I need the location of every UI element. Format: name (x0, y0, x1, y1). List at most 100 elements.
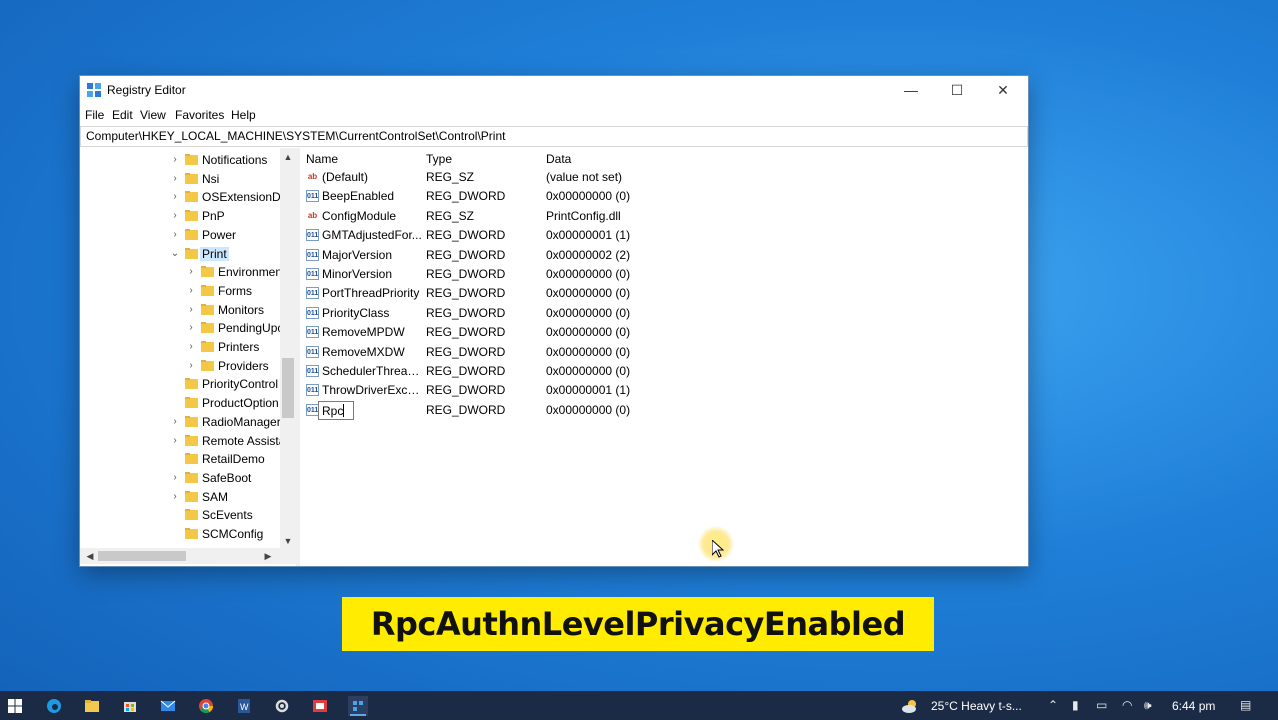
tree-item[interactable]: › Power (170, 226, 296, 245)
tree-item-label: PendingUpc (218, 321, 284, 336)
tree-item[interactable]: › Remote Assista (170, 432, 296, 451)
value-row[interactable]: 011 BeepEnabled REG_DWORD 0x00000000 (0) (300, 187, 1026, 206)
tree-item-label: Remote Assista (202, 433, 286, 448)
menu-favorites[interactable]: Favorites (175, 108, 224, 122)
edge-icon[interactable] (44, 696, 64, 716)
column-header-type[interactable]: Type (426, 152, 452, 166)
menu-edit[interactable]: Edit (112, 108, 133, 122)
minimize-button[interactable]: — (888, 76, 934, 104)
value-type: REG_DWORD (426, 383, 506, 398)
close-button[interactable]: ✕ (980, 76, 1026, 104)
value-type: REG_DWORD (426, 402, 506, 417)
value-type: REG_SZ (426, 208, 475, 223)
tree-item-label: Providers (218, 358, 269, 373)
registry-editor-taskbar-icon[interactable] (348, 696, 368, 716)
scroll-left-icon[interactable]: ◀ (82, 548, 98, 564)
scroll-thumb-horizontal[interactable] (98, 551, 186, 561)
chevron-right-icon[interactable]: › (186, 284, 196, 298)
value-data: 0x00000000 (0) (546, 402, 631, 417)
tree-item-label: Environmen (218, 265, 283, 280)
weather-text[interactable]: 25°C Heavy t-s... (931, 699, 1022, 713)
value-row[interactable]: 011 Rpc REG_DWORD 0x00000000 (0) (300, 400, 1026, 420)
column-header-data[interactable]: Data (546, 152, 571, 166)
tree-item[interactable]: PriorityControl (170, 375, 296, 394)
chevron-down-icon[interactable]: ⌄ (170, 247, 180, 261)
mail-icon[interactable] (158, 696, 178, 716)
start-windows-icon[interactable] (5, 696, 25, 716)
folder-icon (201, 303, 214, 315)
word-icon[interactable]: W (234, 696, 254, 716)
scroll-thumb[interactable] (282, 358, 294, 418)
tree-item[interactable]: › Notifications (170, 151, 296, 170)
value-type: REG_SZ (426, 170, 475, 184)
value-row[interactable]: 011 GMTAdjustedFor... REG_DWORD 0x00000001 … (300, 226, 1026, 245)
chevron-right-icon[interactable]: › (170, 190, 180, 204)
chevron-right-icon[interactable]: › (170, 471, 180, 485)
menu-file[interactable]: File (85, 108, 104, 122)
scroll-up-icon[interactable]: ▲ (280, 150, 296, 164)
battery-icon[interactable]: ▭ (1096, 698, 1107, 712)
value-row[interactable]: 011 RemoveMPDW REG_DWORD 0x00000000 (0) (300, 323, 1026, 342)
tree-horizontal-scrollbar[interactable]: ◀ ▶ (80, 548, 296, 564)
tree-item[interactable]: ⌄ Print (170, 245, 296, 264)
tree-item[interactable]: › OSExtensionDa (170, 188, 296, 207)
value-row[interactable]: 011 PortThreadPriority REG_DWORD 0x00000000… (300, 284, 1026, 303)
chevron-right-icon[interactable]: › (170, 153, 180, 167)
value-row[interactable]: 011 PriorityClass REG_DWORD 0x00000000 (0) (300, 304, 1026, 323)
weather-icon[interactable] (900, 696, 920, 716)
store-icon[interactable] (120, 696, 140, 716)
tree-item[interactable]: › Nsi (170, 170, 296, 189)
microphone-icon[interactable]: ▮ (1072, 698, 1079, 712)
chevron-right-icon[interactable]: › (186, 321, 196, 335)
value-row[interactable]: 011 MajorVersion REG_DWORD 0x00000002 (2) (300, 246, 1026, 265)
chevron-right-icon[interactable]: › (186, 340, 196, 354)
chevron-right-icon[interactable]: › (170, 172, 180, 186)
value-row[interactable]: ab ConfigModule REG_SZ PrintConfig.dll (300, 207, 1026, 226)
show-hidden-icons-chevron-icon[interactable]: ⌃ (1048, 698, 1058, 712)
chevron-right-icon[interactable]: › (170, 434, 180, 448)
value-row[interactable]: 011 RemoveMXDW REG_DWORD 0x00000000 (0) (300, 343, 1026, 362)
tree-item[interactable]: › SafeBoot (170, 469, 296, 488)
value-data: 0x00000000 (0) (546, 189, 631, 204)
tree-item[interactable]: ProductOption (170, 394, 296, 413)
chrome-icon[interactable] (196, 696, 216, 716)
tree-item[interactable]: › SAM (170, 488, 296, 507)
value-name: MajorVersion (322, 247, 393, 262)
chevron-right-icon[interactable]: › (170, 415, 180, 429)
rename-input[interactable]: Rpc (318, 400, 354, 420)
scroll-down-icon[interactable]: ▼ (280, 534, 296, 548)
value-type: REG_DWORD (426, 267, 506, 281)
menu-view[interactable]: View (140, 108, 166, 122)
chevron-right-icon[interactable]: › (186, 265, 196, 279)
chevron-right-icon[interactable]: › (170, 228, 180, 242)
value-row[interactable]: 011 SchedulerThread... REG_DWORD 0x00000000… (300, 362, 1026, 381)
scroll-right-icon[interactable]: ▶ (260, 548, 276, 564)
value-row[interactable]: 011 MinorVersion REG_DWORD 0x00000000 (0) (300, 265, 1026, 284)
value-row[interactable]: 011 ThrowDriverExce... REG_DWORD 0x00000001… (300, 381, 1026, 400)
tree-item[interactable]: › RadioManager (170, 413, 296, 432)
tree-item[interactable]: › PnP (170, 207, 296, 226)
value-name: SchedulerThread... (322, 364, 422, 378)
media-app-icon[interactable] (310, 696, 330, 716)
value-row[interactable]: ab (Default) REG_SZ (value not set) (300, 168, 1026, 187)
volume-icon[interactable]: 🕪 (1144, 698, 1152, 713)
tree-vertical-scrollbar[interactable]: ▲ ▼ (280, 148, 296, 548)
clock-time[interactable]: 6:44 pm (1172, 699, 1215, 713)
chevron-right-icon[interactable]: › (170, 209, 180, 223)
menu-help[interactable]: Help (231, 108, 256, 122)
tree-item[interactable]: RetailDemo (170, 450, 296, 469)
wifi-icon[interactable]: ◠ (1122, 698, 1132, 712)
address-bar[interactable]: Computer\HKEY_LOCAL_MACHINE\SYSTEM\Curre… (80, 126, 1028, 147)
title-bar[interactable]: Registry Editor — ☐ ✕ (80, 76, 1028, 104)
dword-value-icon: 011 (306, 365, 319, 377)
settings-gear-icon[interactable] (272, 696, 292, 716)
tree-item[interactable]: SCMConfig (170, 525, 296, 544)
chevron-right-icon[interactable]: › (170, 490, 180, 504)
file-explorer-icon[interactable] (82, 696, 102, 716)
chevron-right-icon[interactable]: › (186, 303, 196, 317)
maximize-button[interactable]: ☐ (934, 76, 980, 104)
notification-center-icon[interactable]: ▤ (1240, 698, 1251, 712)
tree-item[interactable]: ScEvents (170, 506, 296, 525)
column-header-name[interactable]: Name (306, 152, 338, 166)
chevron-right-icon[interactable]: › (186, 359, 196, 373)
